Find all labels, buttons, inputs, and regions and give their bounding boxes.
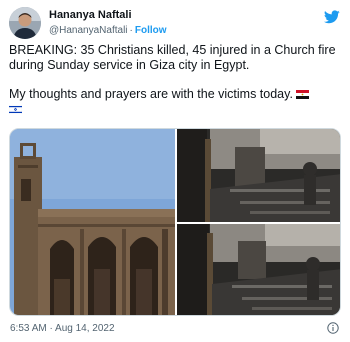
twitter-bird-icon[interactable] <box>324 10 340 24</box>
media-grid <box>9 128 341 316</box>
tweet-paragraph-with-flags: My thoughts and prayers are with the vic… <box>9 87 338 117</box>
follow-button[interactable]: Follow <box>135 25 167 36</box>
church-interior-image-top[interactable] <box>177 129 341 222</box>
avatar[interactable] <box>9 7 41 39</box>
author-names: Hananya Naftali @HananyaNaftali · Follow <box>49 9 167 37</box>
tweet-paragraph: My thoughts and prayers are with the vic… <box>9 87 293 101</box>
separator-dot: · <box>129 25 133 36</box>
egypt-flag-icon <box>295 90 309 99</box>
tweet-timestamp[interactable]: 6:53 AM · Aug 14, 2022 <box>10 323 115 334</box>
church-interior-image-bottom[interactable] <box>177 224 341 316</box>
tweet-paragraph: BREAKING: 35 Christians killed, 45 injur… <box>9 43 336 72</box>
display-name[interactable]: Hananya Naftali <box>49 9 167 22</box>
info-icon[interactable] <box>327 322 339 334</box>
tweet-text: BREAKING: 35 Christians killed, 45 injur… <box>9 43 338 131</box>
israel-flag-icon <box>9 105 22 114</box>
tweet-card: Hananya Naftali @HananyaNaftali · Follow B… <box>0 0 350 342</box>
handle[interactable]: @HananyaNaftali <box>49 25 128 36</box>
church-exterior-image[interactable] <box>10 129 175 316</box>
handle-row: @HananyaNaftali · Follow <box>49 25 167 36</box>
tweet-header: Hananya Naftali @HananyaNaftali · Follow <box>9 4 340 40</box>
